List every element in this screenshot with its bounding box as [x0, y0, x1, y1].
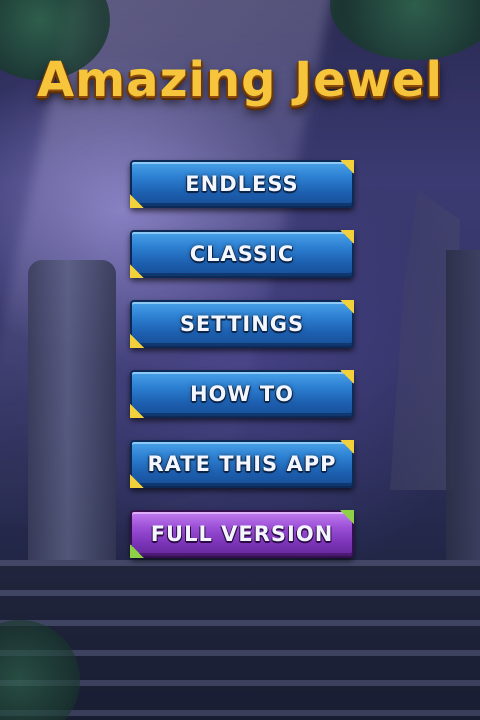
- corner-accent-icon: [340, 230, 354, 244]
- classic-button-label: CLASSIC: [189, 242, 295, 266]
- corner-accent-icon: [340, 510, 354, 524]
- rate-this-app-button[interactable]: RATE THIS APP: [130, 440, 354, 488]
- corner-accent-icon: [130, 194, 144, 208]
- full-version-button[interactable]: FULL VERSION: [130, 510, 354, 558]
- game-title-text: Amazing Jewel: [37, 52, 443, 108]
- corner-accent-icon: [340, 300, 354, 314]
- settings-button-label: SETTINGS: [179, 312, 305, 336]
- classic-button[interactable]: CLASSIC: [130, 230, 354, 278]
- corner-accent-icon: [340, 160, 354, 174]
- settings-button[interactable]: SETTINGS: [130, 300, 354, 348]
- corner-accent-icon: [130, 544, 144, 558]
- corner-accent-icon: [340, 370, 354, 384]
- endless-button-label: ENDLESS: [185, 172, 299, 196]
- game-title: Amazing Jewel: [0, 40, 480, 120]
- rate-this-app-button-label: RATE THIS APP: [147, 452, 337, 476]
- corner-accent-icon: [340, 440, 354, 454]
- how-to-button[interactable]: HOW TO: [130, 370, 354, 418]
- corner-accent-icon: [130, 474, 144, 488]
- corner-accent-icon: [130, 334, 144, 348]
- endless-button[interactable]: ENDLESS: [130, 160, 354, 208]
- corner-accent-icon: [130, 404, 144, 418]
- corner-accent-icon: [130, 264, 144, 278]
- full-version-button-label: FULL VERSION: [150, 522, 334, 546]
- how-to-button-label: HOW TO: [189, 382, 295, 406]
